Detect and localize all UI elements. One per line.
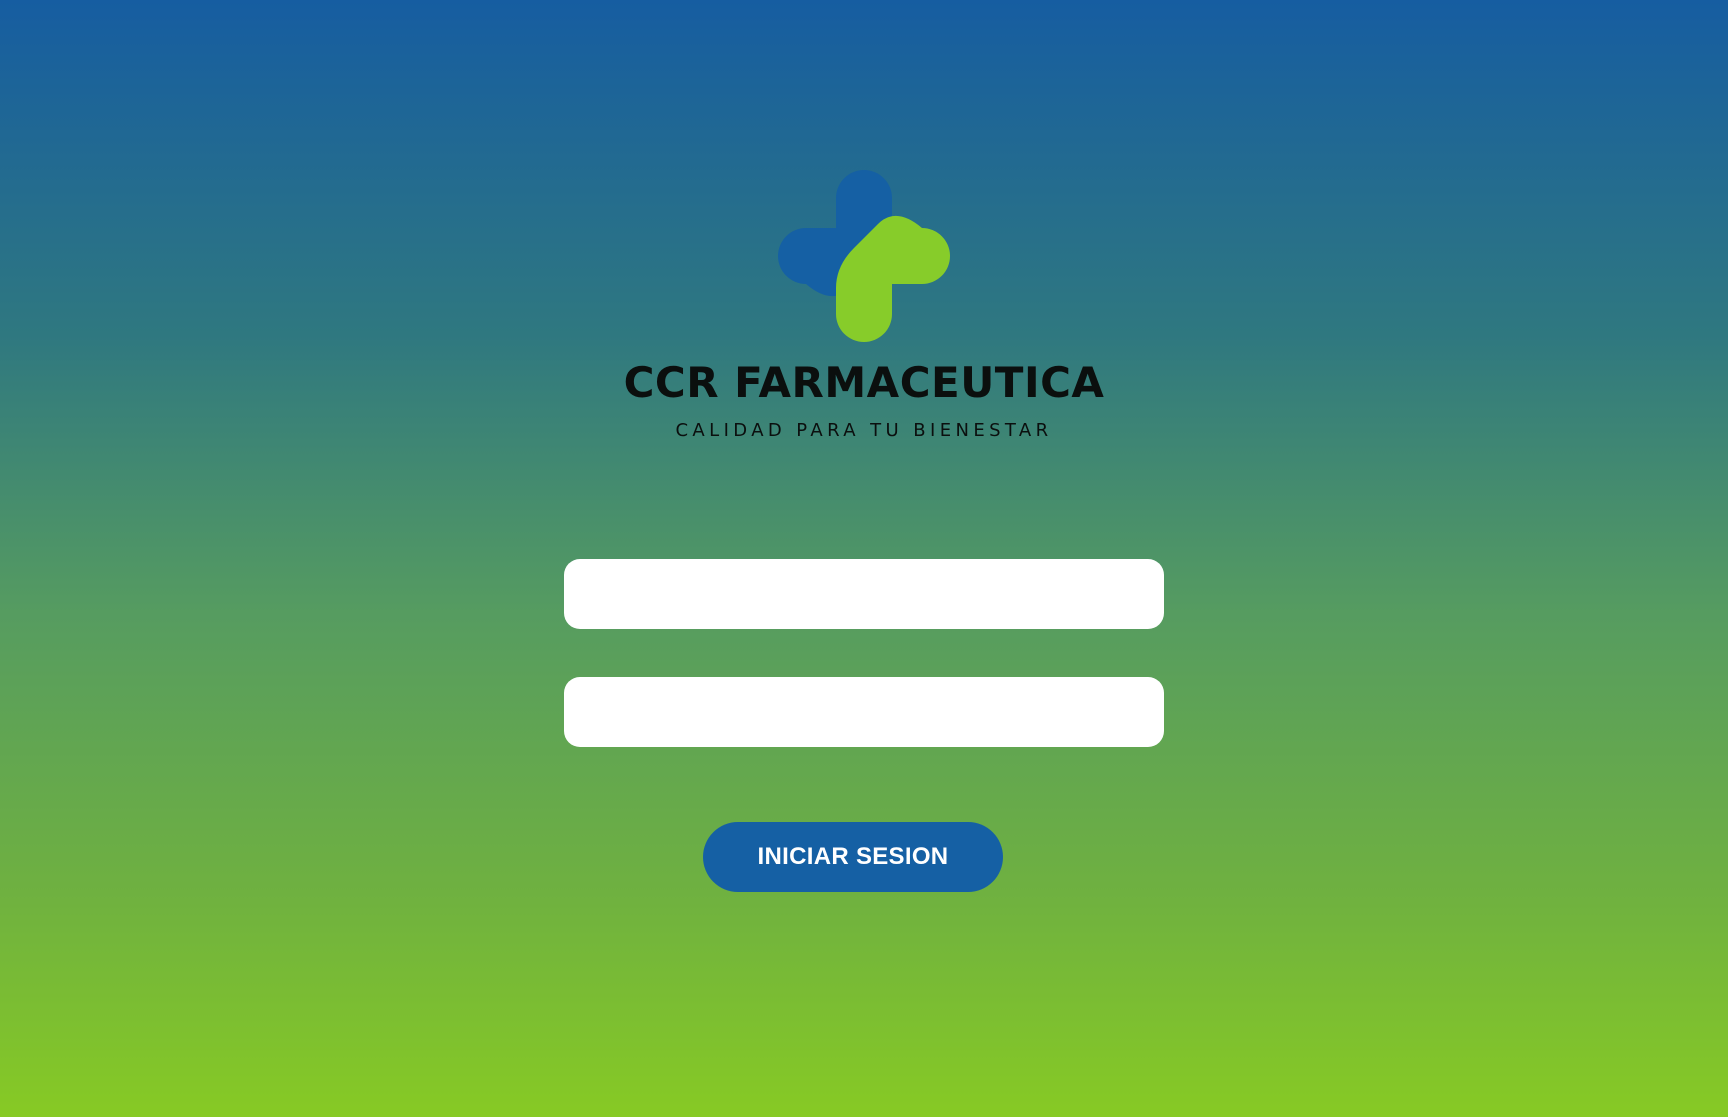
login-button[interactable]: INICIAR SESION bbox=[703, 822, 1003, 892]
password-input[interactable] bbox=[564, 677, 1164, 747]
medical-cross-logo-icon bbox=[778, 170, 950, 342]
brand-name: CCR FARMACEUTICA bbox=[623, 358, 1105, 407]
login-screen: CCR FARMACEUTICA CALIDAD PARA TU BIENEST… bbox=[0, 0, 1728, 1117]
brand-tagline: CALIDAD PARA TU BIENESTAR bbox=[675, 420, 1053, 441]
username-input[interactable] bbox=[564, 559, 1164, 629]
